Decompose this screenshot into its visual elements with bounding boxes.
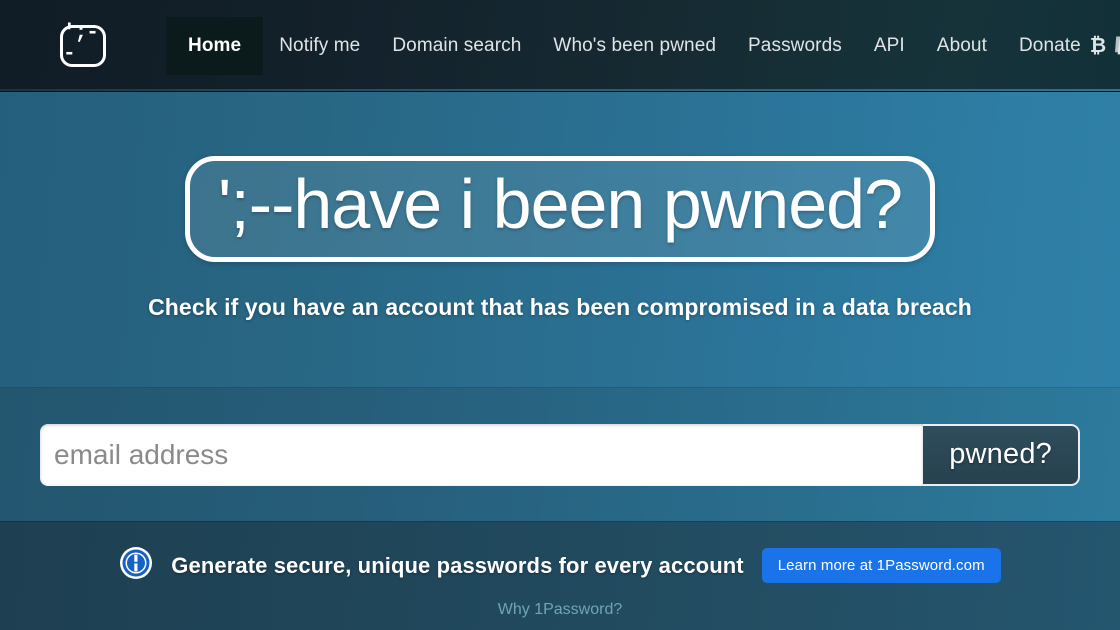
search-section: pwned? xyxy=(0,387,1120,521)
nav-label-passwords: Passwords xyxy=(748,34,842,56)
site-title-box: ';--have i been pwned? xyxy=(184,156,936,262)
nav-item-passwords[interactable]: Passwords xyxy=(732,0,858,91)
page-title: ';--have i been pwned? xyxy=(217,165,903,243)
hero-section: ';--have i been pwned? Check if you have… xyxy=(0,92,1120,387)
paypal-icon[interactable] xyxy=(1113,35,1120,57)
hero-subtitle: Check if you have an account that has be… xyxy=(148,293,972,320)
nav-label-home: Home xyxy=(188,35,242,56)
nav-label-whos-been-pwned: Who's been pwned xyxy=(553,34,717,56)
promo-footer: Generate secure, unique passwords for ev… xyxy=(0,521,1120,630)
main-navigation: Home Notify me Domain search Who's been … xyxy=(166,0,1120,91)
nav-item-home[interactable]: Home xyxy=(166,17,264,75)
bitcoin-icon[interactable]: ₿ xyxy=(1090,36,1106,56)
nav-label-api: API xyxy=(873,34,905,56)
site-header: ';-- Home Notify me Domain search Who's … xyxy=(0,0,1120,92)
promo-headline: Generate secure, unique passwords for ev… xyxy=(171,552,744,578)
nav-label-notify-me: Notify me xyxy=(279,34,361,56)
nav-label-domain-search: Domain search xyxy=(392,34,522,56)
nav-item-about[interactable]: About xyxy=(921,0,1003,91)
nav-item-domain-search[interactable]: Domain search xyxy=(376,0,537,91)
why-1password-link[interactable]: Why 1Password? xyxy=(498,601,623,619)
1password-icon xyxy=(119,546,153,585)
email-search-input[interactable] xyxy=(40,423,924,486)
nav-label-about: About xyxy=(936,34,987,56)
nav-item-notify-me[interactable]: Notify me xyxy=(263,0,376,91)
promo-row: Generate secure, unique passwords for ev… xyxy=(119,546,1001,585)
pwned-search-button[interactable]: pwned? xyxy=(923,423,1080,486)
haveibeenpwned-logo: ';-- xyxy=(60,22,106,67)
nav-item-donate[interactable]: Donate ₿ xyxy=(1003,0,1120,91)
page-root: ';-- Home Notify me Domain search Who's … xyxy=(0,0,1120,630)
logo-link[interactable]: ';-- xyxy=(0,0,166,91)
learn-more-1password-button[interactable]: Learn more at 1Password.com xyxy=(761,548,1001,583)
donate-icon-group: ₿ xyxy=(1090,35,1120,57)
logo-glyph: ';-- xyxy=(63,22,99,66)
nav-item-whos-been-pwned[interactable]: Who's been pwned xyxy=(537,0,732,91)
nav-item-api[interactable]: API xyxy=(858,0,921,91)
search-form: pwned? xyxy=(40,423,1080,486)
nav-label-donate: Donate xyxy=(1018,34,1081,56)
